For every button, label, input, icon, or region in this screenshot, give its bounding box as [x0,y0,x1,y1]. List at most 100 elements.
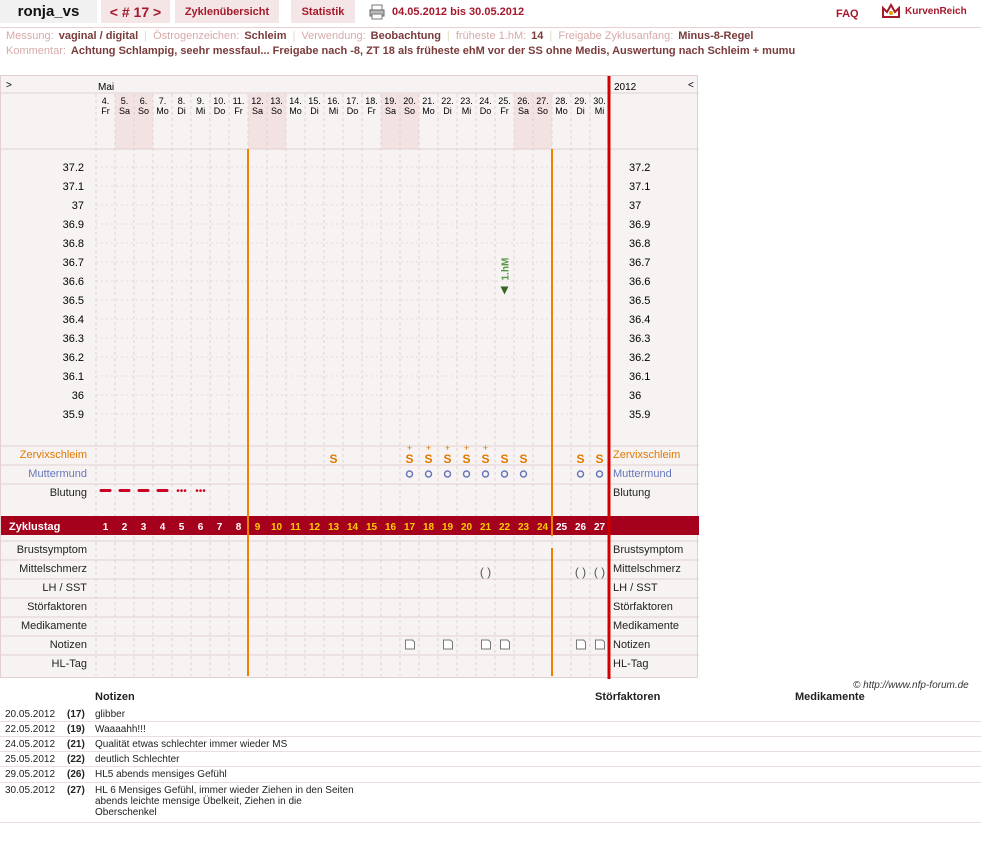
cycle-next-button[interactable]: > [153,4,161,20]
cervix-position-icon [576,470,585,478]
day-weekday: Do [480,106,492,116]
midpain-icon: ( ) [575,565,586,579]
row-label-lh: LH / SST [42,582,87,594]
temp-label-left: 36.8 [63,238,84,250]
comment-label: Kommentar: [6,45,66,57]
bleeding-heavy-icon [118,489,131,492]
row-label-hl: HL-Tag [52,658,87,670]
cycle-day-number: 16 [385,522,397,533]
nav-right-button[interactable]: < [688,80,694,91]
cervix-position-icon [462,470,471,478]
row-label-right-breast: Brustsymptom [613,544,683,556]
bleeding-light-icon: ••• [195,486,206,497]
note-icon[interactable] [481,639,491,650]
row-label-right-hl: HL-Tag [613,658,648,670]
row-label-right-bleeding: Blutung [613,487,650,499]
temp-label-left: 37.1 [63,181,84,193]
temp-label-right: 36.7 [629,257,650,269]
cycle-day-number: 2 [122,522,128,533]
day-weekday: Mi [462,106,472,116]
row-label-right-midpain: Mittelschmerz [613,563,681,575]
day-weekday: Fr [234,106,243,116]
cycle-day-number: 27 [594,522,606,533]
meds-header: Medikamente [795,691,865,703]
day-number: 14. [289,96,302,106]
cycle-day-number: 20 [461,522,473,533]
bleeding-heavy-icon [99,489,112,492]
temp-label-right: 36.2 [629,352,650,364]
info-value: vaginal / digital [58,30,139,42]
cycle-day-number: 9 [255,522,261,533]
cycle-day-number: 24 [537,522,549,533]
note-text: deutlich Schlechter [95,754,180,765]
faq-link[interactable]: FAQ [836,8,859,20]
temp-label-left: 36.9 [63,219,84,231]
row-label-cycle: Zyklustag [9,521,60,533]
tab-statistics[interactable]: Statistik [291,0,355,23]
note-text: Waaaahh!!! [95,724,146,735]
day-weekday: Mo [555,106,568,116]
first-hm-marker-icon [500,286,509,295]
temp-label-right: 36.6 [629,276,650,288]
tab-cycle-overview[interactable]: Zyklenübersicht [175,0,279,23]
printer-icon[interactable] [369,4,385,20]
note-icon[interactable] [500,639,510,650]
note-cycle-day: (27) [67,785,85,796]
note-icon[interactable] [576,639,586,650]
day-number: 20. [403,96,416,106]
info-value: Beobachtung [370,30,441,42]
cervix-s-icon: S [595,452,603,466]
day-weekday: So [138,106,149,116]
day-number: 21. [422,96,435,106]
day-weekday: Mi [595,106,605,116]
day-weekday: Sa [385,106,396,116]
day-number: 25. [498,96,511,106]
note-icon[interactable] [595,639,605,650]
row-label-disturb: Störfaktoren [27,601,87,613]
day-weekday: Fr [500,106,509,116]
temp-label-right: 35.9 [629,409,650,421]
cycle-day-number: 5 [179,522,185,533]
cycle-chart: > < Mai 2012 4. Fr 5. Sa 6. So 7. Mo 8. Di 9. Mi 10. Do 11… [0,75,699,679]
day-weekday: Do [214,106,226,116]
row-label-right-lh: LH / SST [613,582,658,594]
cervix-plus-icon: + [483,443,488,453]
cervix-plus-icon: + [407,443,412,453]
cervix-position-icon [481,470,490,478]
month-label: Mai [98,82,114,93]
day-number: 9. [197,96,205,106]
cervix-s-plus-icon: S [443,452,451,466]
cycle-day-number: 11 [290,522,301,533]
day-number: 22. [441,96,454,106]
day-weekday: Mi [196,106,206,116]
info-label: Messung: [6,30,54,42]
note-row: 29.05.2012 (26) HL5 abends mensiges Gefühl [0,767,981,783]
row-label-breast: Brustsymptom [17,544,87,556]
note-cycle-day: (26) [67,769,85,780]
note-icon[interactable] [405,639,415,650]
day-number: 12. [251,96,264,106]
temp-label-left: 36.2 [63,352,84,364]
temp-label-left: 35.9 [63,409,84,421]
note-date: 30.05.2012 [5,785,56,796]
logo[interactable]: KurvenReich [881,3,967,19]
info-label: Östrogenzeichen: [153,30,240,42]
cycle-day-number: 23 [518,522,530,533]
day-weekday: Mi [329,106,339,116]
cycle-day-number: 7 [217,522,223,533]
cycle-day-number: 18 [423,522,435,533]
year-label: 2012 [614,82,637,93]
temp-label-left: 37.2 [63,162,84,174]
note-text: HL5 abends mensiges Gefühl [95,769,227,780]
row-label-right-meds: Medikamente [613,620,679,632]
bleeding-light-icon: ••• [176,486,187,497]
username-tab[interactable]: ronja_vs [0,0,97,23]
note-date: 25.05.2012 [5,754,56,765]
nav-left-button[interactable]: > [6,80,12,91]
cycle-day-number: 13 [328,522,340,533]
cycle-prev-button[interactable]: < [110,4,118,20]
cervix-position-icon [424,470,433,478]
temp-label-right: 37.2 [629,162,650,174]
note-icon[interactable] [443,639,453,650]
cycle-day-number: 15 [366,522,378,533]
